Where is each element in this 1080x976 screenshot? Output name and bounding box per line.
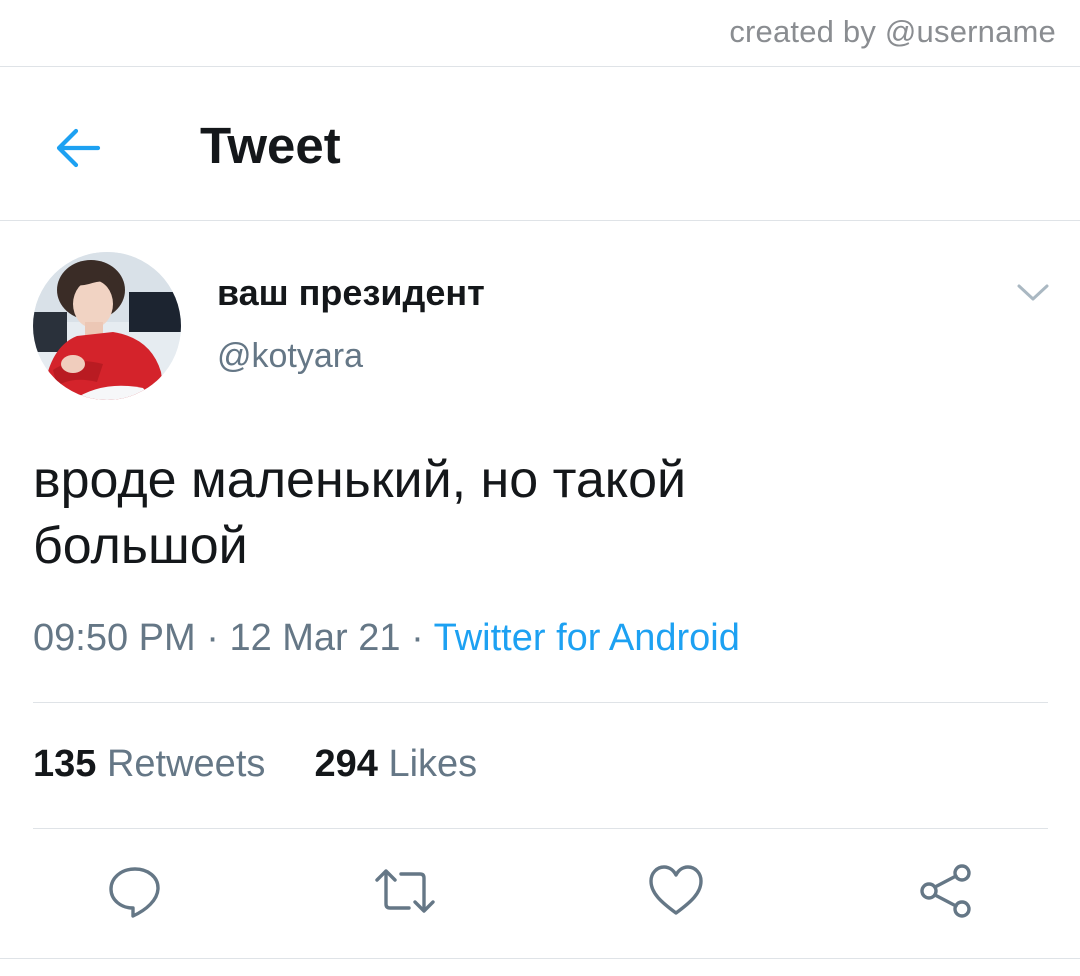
like-icon[interactable]	[645, 860, 707, 922]
meta-separator: ·	[195, 617, 230, 659]
tweet-text-line: большой	[33, 517, 248, 575]
stats-divider	[33, 828, 1048, 829]
back-arrow-icon[interactable]	[50, 120, 106, 176]
tweet-source-link[interactable]: Twitter for Android	[434, 617, 740, 659]
likes-count: 294	[314, 743, 378, 785]
reply-icon[interactable]	[104, 860, 166, 922]
tweet-text: вроде маленький, но такой большой	[33, 447, 1043, 579]
retweets-stat[interactable]: 135 Retweets	[33, 743, 276, 785]
retweets-count: 135	[33, 743, 97, 785]
header-divider	[0, 220, 1080, 221]
tweet-time: 09:50 PM	[33, 617, 196, 659]
retweet-icon[interactable]	[374, 860, 436, 922]
tweet-meta: 09:50 PM · 12 Mar 21 · Twitter for Andro…	[33, 617, 740, 660]
meta-divider	[33, 702, 1048, 703]
top-divider	[0, 66, 1080, 67]
tweet-stats: 135 Retweets 294 Likes	[33, 743, 477, 786]
share-icon[interactable]	[916, 860, 978, 922]
chevron-down-icon[interactable]	[1013, 278, 1053, 306]
credit-label: created by @username	[729, 14, 1056, 49]
meta-separator: ·	[400, 617, 434, 659]
tweet-text-line: вроде маленький, но такой	[33, 451, 687, 509]
likes-stat[interactable]: 294 Likes	[315, 743, 478, 785]
tweet-date: 12 Mar 21	[229, 617, 401, 659]
author-display-name[interactable]: ваш президент	[217, 272, 485, 314]
likes-label: Likes	[388, 743, 478, 785]
retweets-label: Retweets	[106, 743, 266, 785]
author-handle[interactable]: @kotyara	[217, 337, 363, 376]
avatar[interactable]	[33, 252, 181, 400]
page-title: Tweet	[200, 117, 341, 174]
bottom-divider	[0, 958, 1080, 959]
